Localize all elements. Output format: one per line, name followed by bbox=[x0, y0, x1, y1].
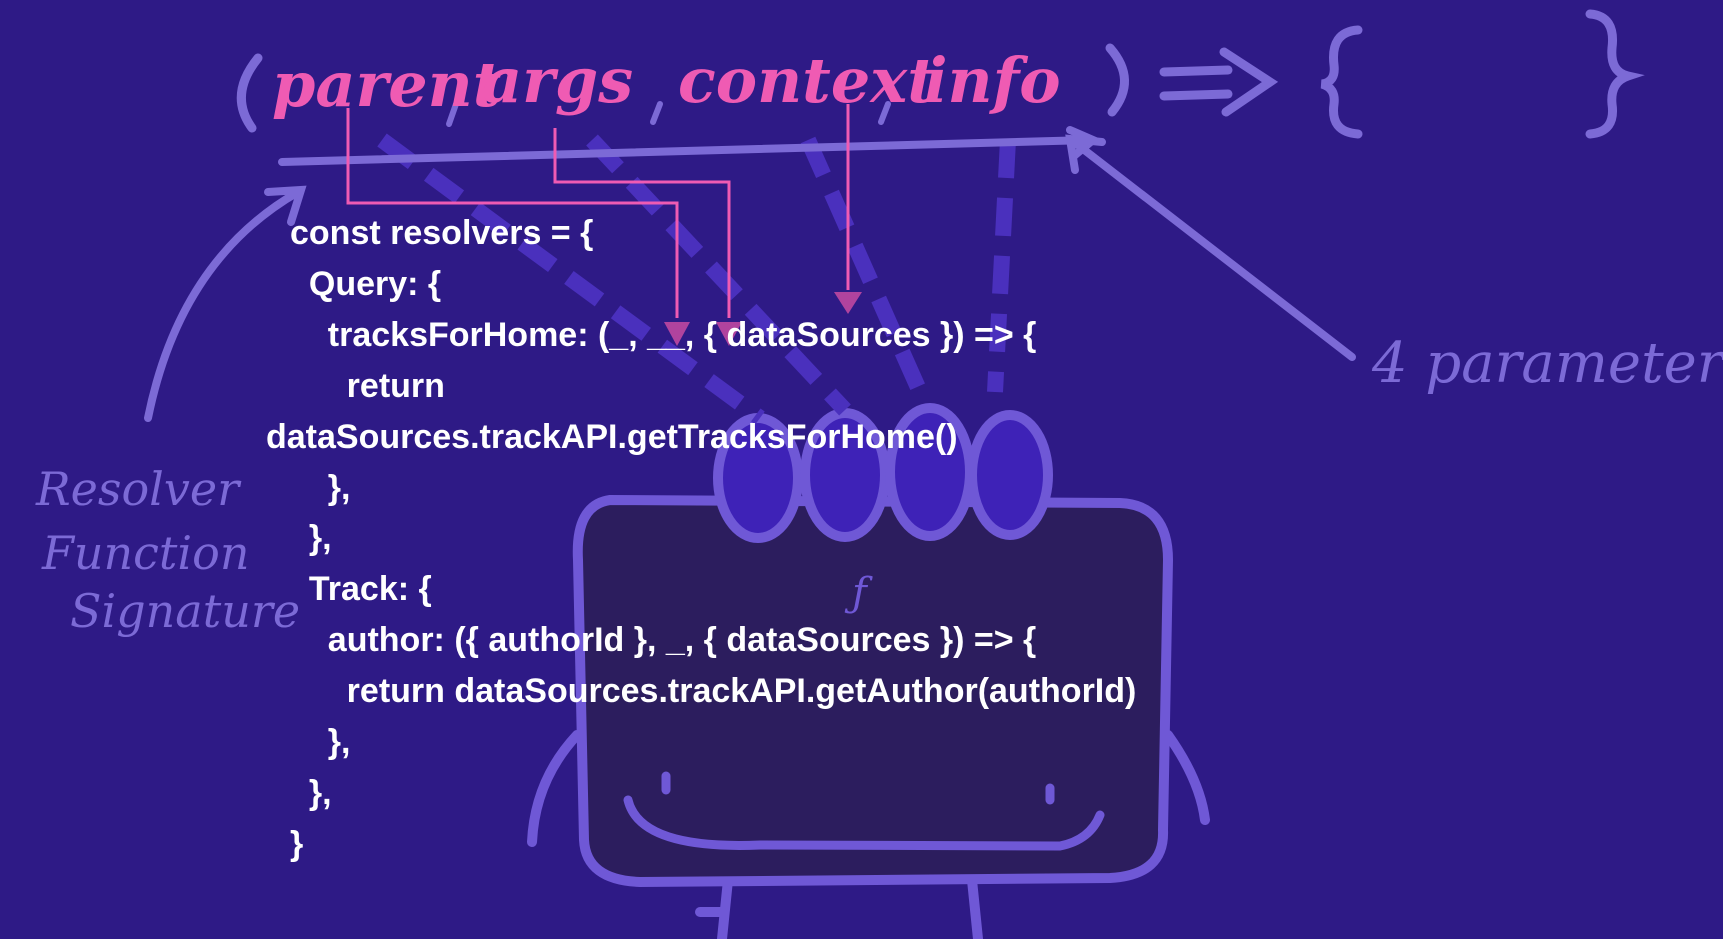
left-curved-arrow bbox=[144, 188, 302, 422]
code-line: author: ({ authorId }, _, { dataSources … bbox=[290, 621, 1037, 660]
code-line: return dataSources.trackAPI.getAuthor(au… bbox=[290, 672, 1137, 711]
arrow-glyph bbox=[1159, 47, 1279, 117]
close-paren-glyph bbox=[1105, 43, 1129, 117]
code-line: }, bbox=[290, 773, 332, 812]
open-brace-glyph bbox=[1320, 25, 1363, 139]
code-line: }, bbox=[290, 723, 351, 762]
open-paren-glyph bbox=[236, 53, 263, 133]
code-line: tracksForHome: (_, __, { dataSources }) … bbox=[290, 315, 1037, 354]
code-line: const resolvers = { bbox=[290, 214, 594, 252]
label-four-parameters: 4 parameters bbox=[1372, 331, 1723, 396]
code-line: dataSources.trackAPI.getTracksForHome() bbox=[266, 417, 958, 456]
param-parent: parent bbox=[272, 48, 502, 121]
label-function: Function bbox=[42, 526, 250, 580]
resolver-signature-diagram: parent args context info Resolver Functi… bbox=[0, 0, 1723, 939]
creature-right-leg bbox=[967, 875, 983, 939]
param-info: info bbox=[924, 44, 1061, 117]
code-line: Query: { bbox=[290, 264, 442, 303]
resolvers-code-block: const resolvers = { Query: { tracksForHo… bbox=[266, 208, 1137, 870]
param-context: context bbox=[678, 44, 936, 117]
label-signature: Signature bbox=[70, 584, 301, 638]
label-resolver: Resolver bbox=[36, 462, 240, 516]
code-line: } bbox=[290, 824, 304, 863]
param-args: args bbox=[482, 44, 634, 117]
close-brace-glyph bbox=[1585, 9, 1645, 139]
creature-right-arm bbox=[1163, 730, 1210, 825]
code-line: return bbox=[290, 366, 445, 405]
code-line: }, bbox=[290, 468, 351, 507]
code-line: }, bbox=[290, 519, 332, 558]
code-line: Track: { bbox=[290, 570, 432, 609]
